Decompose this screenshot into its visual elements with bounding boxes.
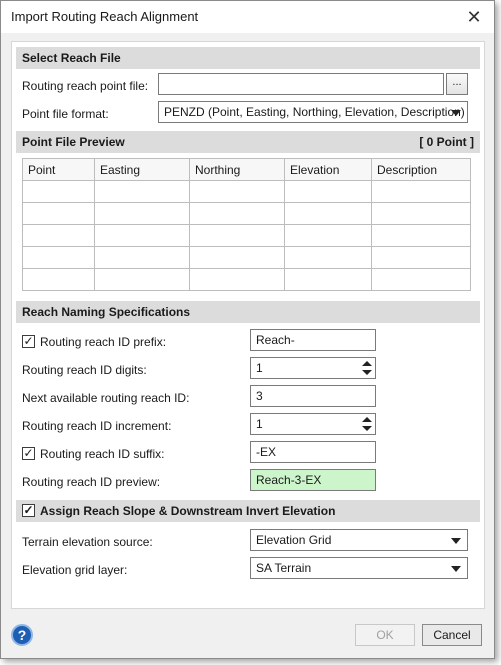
- point-preview-table[interactable]: Point Easting Northing Elevation Descrip…: [22, 158, 471, 291]
- cancel-button[interactable]: Cancel: [422, 624, 482, 646]
- prefix-label: Routing reach ID prefix:: [40, 335, 167, 349]
- spinner-arrows-icon[interactable]: [362, 415, 372, 433]
- chevron-down-icon: [451, 566, 461, 572]
- table-row[interactable]: [22, 202, 471, 225]
- increment-label: Routing reach ID increment:: [22, 419, 172, 433]
- chevron-down-icon: [451, 538, 461, 544]
- digits-label: Routing reach ID digits:: [22, 363, 147, 377]
- main-panel: Select Reach File Routing reach point fi…: [11, 41, 485, 609]
- grid-layer-value: SA Terrain: [256, 561, 312, 575]
- terrain-source-label: Terrain elevation source:: [22, 535, 153, 549]
- table-row[interactable]: [22, 268, 471, 291]
- digits-stepper[interactable]: 1: [250, 357, 376, 379]
- section-header-assign-slope: ✓ Assign Reach Slope & Downstream Invert…: [16, 500, 480, 522]
- section-header-select-reach-file: Select Reach File: [16, 47, 480, 69]
- suffix-checkbox[interactable]: ✓: [22, 447, 35, 460]
- column-header-northing[interactable]: Northing: [189, 158, 285, 181]
- table-row[interactable]: [22, 224, 471, 247]
- suffix-input[interactable]: -EX: [250, 441, 376, 463]
- title-bar: Import Routing Reach Alignment ✕: [1, 1, 494, 33]
- help-icon[interactable]: ?: [11, 624, 33, 646]
- suffix-label: Routing reach ID suffix:: [40, 447, 165, 461]
- point-count-badge: [ 0 Point ]: [419, 135, 474, 149]
- increment-value: 1: [256, 417, 263, 431]
- table-row[interactable]: [22, 246, 471, 269]
- terrain-source-select[interactable]: Elevation Grid: [250, 529, 468, 551]
- column-header-point[interactable]: Point: [22, 158, 95, 181]
- dialog-title: Import Routing Reach Alignment: [11, 9, 199, 24]
- point-file-format-value: PENZD (Point, Easting, Northing, Elevati…: [164, 105, 465, 119]
- grid-layer-label: Elevation grid layer:: [22, 563, 128, 577]
- assign-slope-checkbox[interactable]: ✓: [22, 504, 35, 517]
- column-header-elevation[interactable]: Elevation: [284, 158, 372, 181]
- table-header-row: Point Easting Northing Elevation Descrip…: [22, 158, 471, 181]
- point-file-label: Routing reach point file:: [22, 79, 149, 93]
- section-header-reach-naming: Reach Naming Specifications: [16, 301, 480, 323]
- next-id-input[interactable]: 3: [250, 385, 376, 407]
- id-preview-label: Routing reach ID preview:: [22, 475, 161, 489]
- import-routing-reach-dialog: Import Routing Reach Alignment ✕ Select …: [0, 0, 495, 659]
- section-header-point-file-preview: Point File Preview [ 0 Point ]: [16, 131, 480, 153]
- assign-slope-title: Assign Reach Slope & Downstream Invert E…: [40, 504, 336, 518]
- spinner-arrows-icon[interactable]: [362, 359, 372, 377]
- point-file-input[interactable]: [158, 73, 444, 95]
- id-preview-value: Reach-3-EX: [250, 469, 376, 491]
- next-id-label: Next available routing reach ID:: [22, 391, 190, 405]
- prefix-checkbox[interactable]: ✓: [22, 335, 35, 348]
- ok-button[interactable]: OK: [355, 624, 415, 646]
- prefix-input[interactable]: Reach-: [250, 329, 376, 351]
- point-file-format-label: Point file format:: [22, 107, 109, 121]
- grid-layer-select[interactable]: SA Terrain: [250, 557, 468, 579]
- column-header-easting[interactable]: Easting: [94, 158, 190, 181]
- increment-stepper[interactable]: 1: [250, 413, 376, 435]
- digits-value: 1: [256, 361, 263, 375]
- terrain-source-value: Elevation Grid: [256, 533, 332, 547]
- point-file-preview-title: Point File Preview: [22, 135, 125, 149]
- column-header-description[interactable]: Description: [371, 158, 471, 181]
- close-icon[interactable]: ✕: [464, 7, 484, 27]
- point-file-format-select[interactable]: PENZD (Point, Easting, Northing, Elevati…: [158, 101, 468, 123]
- browse-button[interactable]: ...: [446, 73, 468, 95]
- table-row[interactable]: [22, 180, 471, 203]
- chevron-down-icon: [451, 110, 461, 116]
